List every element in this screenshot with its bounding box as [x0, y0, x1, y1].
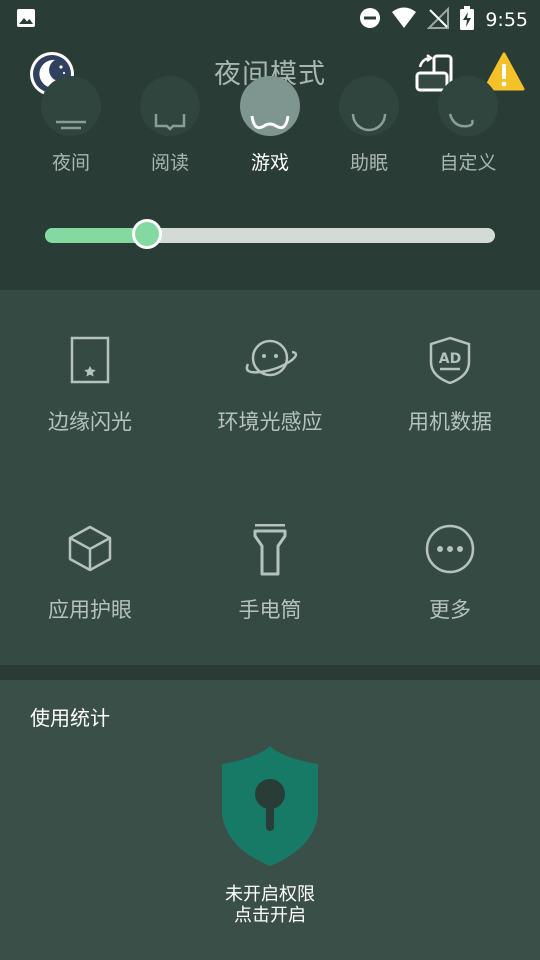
- no-signal-icon: [426, 6, 450, 33]
- tool-label: 更多: [429, 598, 471, 622]
- mode-label: 夜间: [51, 152, 90, 174]
- mode-label: 阅读: [150, 152, 189, 174]
- image-icon: [16, 8, 36, 32]
- tool-label: 手电筒: [238, 598, 302, 622]
- palette-icon: [438, 76, 498, 136]
- mode-night[interactable]: 夜间: [21, 76, 121, 180]
- dnd-icon: [359, 7, 381, 33]
- more-icon: [425, 524, 475, 574]
- lines-icon: [41, 76, 101, 136]
- mode-label: 自定义: [439, 152, 497, 174]
- gamepad-icon: [240, 76, 300, 136]
- permission-message[interactable]: 未开启权限 点击开启: [0, 884, 540, 926]
- usage-stats-panel[interactable]: 使用统计 未开启权限 点击开启: [0, 680, 540, 960]
- tool-label: 环境光感应: [217, 410, 323, 434]
- intensity-slider[interactable]: [45, 219, 495, 249]
- lock-shield-icon[interactable]: [218, 744, 322, 868]
- planet-icon: [245, 336, 298, 384]
- status-time: 9:55: [485, 9, 528, 31]
- mode-game[interactable]: 游戏: [220, 76, 320, 180]
- mode-label: 游戏: [250, 152, 289, 174]
- mode-label: 助眠: [349, 152, 388, 174]
- tools-panel: 边缘闪光 环境光感应 AD 用机数据 应用护眼 手电筒 更多: [0, 290, 540, 665]
- slider-thumb[interactable]: [132, 219, 163, 249]
- moon-circle-icon: [339, 76, 399, 136]
- section-divider: [0, 665, 540, 680]
- mode-reading[interactable]: 阅读: [120, 76, 220, 180]
- battery-charging-icon: [459, 6, 475, 34]
- stats-title: 使用统计: [30, 706, 110, 730]
- status-bar: 9:55: [0, 0, 540, 36]
- svg-text:AD: AD: [439, 351, 461, 367]
- enable-link[interactable]: 点击开启: [0, 905, 540, 926]
- tool-label: 边缘闪光: [48, 410, 132, 434]
- mode-custom[interactable]: 自定义: [418, 76, 518, 180]
- book-icon: [140, 76, 200, 136]
- wifi-icon: [391, 7, 417, 33]
- ad-shield-icon: AD: [426, 336, 474, 385]
- edge-flash-icon: [66, 336, 114, 384]
- permission-status: 未开启权限: [225, 884, 315, 905]
- mode-sleep[interactable]: 助眠: [319, 76, 419, 180]
- mode-selector: 夜间 阅读 游戏 助眠 自定义: [0, 76, 540, 180]
- flashlight-icon: [246, 523, 294, 576]
- tool-label: 用机数据: [408, 410, 492, 434]
- tool-label: 应用护眼: [48, 598, 132, 622]
- cube-icon: [66, 524, 114, 572]
